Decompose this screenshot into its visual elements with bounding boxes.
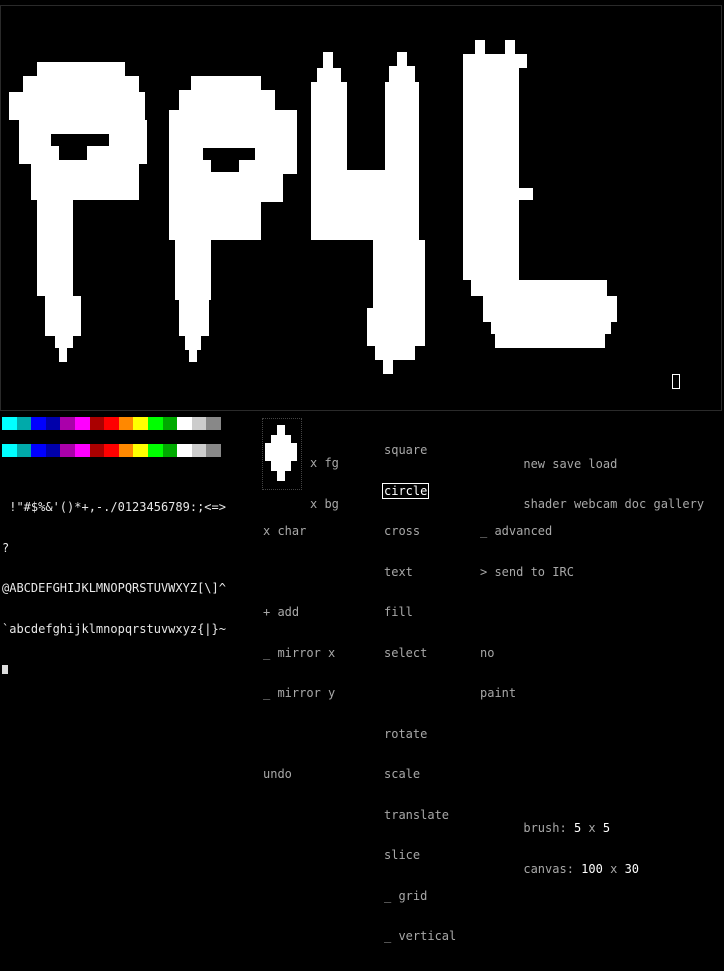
- char-row-5[interactable]: [2, 663, 226, 677]
- tool-select[interactable]: select: [384, 646, 456, 661]
- fg-swatch-11[interactable]: [162, 417, 178, 430]
- char-row-3[interactable]: @ABCDEFGHIJKLMNOPQRSTUVWXYZ[\]^: [2, 581, 226, 596]
- mirror-y-toggle[interactable]: _ mirror y: [263, 686, 335, 701]
- new-button[interactable]: new: [523, 457, 545, 471]
- bg-swatch-11[interactable]: [162, 444, 178, 457]
- tool-circle[interactable]: circle: [382, 482, 430, 499]
- brush-times: x: [588, 821, 596, 835]
- brush-height-value[interactable]: 5: [603, 821, 610, 835]
- tool-square[interactable]: square: [384, 443, 456, 458]
- bg-swatch-9[interactable]: [133, 444, 148, 457]
- load-button[interactable]: load: [588, 457, 617, 471]
- bg-palette[interactable]: [2, 444, 221, 457]
- save-button[interactable]: save: [552, 457, 581, 471]
- fg-swatch-1[interactable]: [16, 417, 32, 430]
- advanced-toggle[interactable]: _ advanced: [480, 524, 704, 539]
- canvas-art-pixels: [9, 40, 617, 374]
- fg-swatch-2[interactable]: [31, 417, 46, 430]
- char-toggle[interactable]: x char: [263, 524, 335, 539]
- fg-swatch-4[interactable]: [60, 417, 75, 430]
- tool-slice[interactable]: slice: [384, 848, 456, 863]
- add-brush-button[interactable]: + add: [263, 605, 335, 620]
- bg-swatch-4[interactable]: [60, 444, 75, 457]
- fg-swatch-10[interactable]: [147, 417, 163, 430]
- undo-button[interactable]: undo: [263, 767, 335, 782]
- brush-size-label: brush:: [523, 821, 567, 835]
- toolbar-panel: !"#$%&'()*+,-./0123456789:;<=> ? @ABCDEF…: [0, 416, 724, 943]
- brush-options: x char + add _ mirror x _ mirror y undo: [263, 498, 335, 809]
- fg-swatch-3[interactable]: [45, 417, 61, 430]
- tool-text[interactable]: text: [384, 565, 456, 580]
- fg-swatch-13[interactable]: [191, 417, 207, 430]
- brush-shape-icon: [265, 425, 297, 481]
- grid-toggle[interactable]: _ grid: [384, 889, 456, 904]
- bg-swatch-0[interactable]: [2, 444, 17, 457]
- mirror-x-toggle[interactable]: _ mirror x: [263, 646, 335, 661]
- tool-cross[interactable]: cross: [384, 524, 456, 539]
- tool-rotate[interactable]: rotate: [384, 727, 456, 742]
- char-palette[interactable]: !"#$%&'()*+,-./0123456789:;<=> ? @ABCDEF…: [2, 474, 226, 704]
- gallery-button[interactable]: gallery: [653, 497, 704, 511]
- bg-swatch-7[interactable]: [104, 444, 119, 457]
- canvas-height-value[interactable]: 30: [625, 862, 639, 876]
- brush-preview[interactable]: [262, 418, 302, 490]
- block-char-icon[interactable]: [2, 665, 8, 674]
- bg-swatch-6[interactable]: [89, 444, 105, 457]
- char-row-2[interactable]: ?: [2, 541, 226, 556]
- drawing-canvas[interactable]: [0, 5, 722, 411]
- canvas-size-status: canvas: 100 x 30: [480, 849, 704, 876]
- tool-scale[interactable]: scale: [384, 767, 456, 782]
- tool-fill[interactable]: fill: [384, 605, 456, 620]
- bg-swatch-14[interactable]: [206, 444, 221, 457]
- fg-swatch-7[interactable]: [104, 417, 119, 430]
- tool-translate[interactable]: translate: [384, 808, 456, 823]
- tools-list: square circle cross text fill select rot…: [382, 417, 456, 971]
- canvas-artwork: [9, 40, 617, 374]
- doc-button[interactable]: doc: [625, 497, 647, 511]
- text-cursor: [672, 374, 680, 389]
- bg-swatch-10[interactable]: [147, 444, 163, 457]
- menu-list: new save load shader webcam doc gallery …: [480, 417, 704, 890]
- fg-swatch-5[interactable]: [74, 417, 90, 430]
- brush-size-status: brush: 5 x 5: [480, 809, 704, 835]
- canvas-times: x: [610, 861, 618, 876]
- char-row-4[interactable]: `abcdefghijklmnopqrstuvwxyz{|}~: [2, 622, 226, 637]
- bg-swatch-3[interactable]: [45, 444, 61, 457]
- fg-swatch-14[interactable]: [206, 417, 221, 430]
- bg-swatch-5[interactable]: [74, 444, 90, 457]
- bg-swatch-13[interactable]: [191, 444, 207, 457]
- fg-swatch-6[interactable]: [89, 417, 105, 430]
- shader-button[interactable]: shader: [523, 497, 566, 511]
- bg-swatch-2[interactable]: [31, 444, 46, 457]
- send-to-irc-button[interactable]: > send to IRC: [480, 565, 704, 580]
- swap-fg-toggle[interactable]: x fg: [310, 456, 339, 471]
- fg-swatch-12[interactable]: [177, 417, 192, 430]
- canvas-width-value[interactable]: 100: [581, 862, 603, 876]
- canvas-size-label: canvas:: [523, 861, 574, 876]
- bg-swatch-8[interactable]: [118, 444, 134, 457]
- brush-width-value[interactable]: 5: [574, 821, 581, 835]
- bg-swatch-12[interactable]: [177, 444, 192, 457]
- bg-swatch-1[interactable]: [16, 444, 32, 457]
- fg-palette[interactable]: [2, 417, 221, 430]
- char-row-1[interactable]: !"#$%&'()*+,-./0123456789:;<=>: [2, 500, 226, 515]
- paint-option[interactable]: paint: [480, 686, 704, 701]
- no-option[interactable]: no: [480, 646, 704, 661]
- webcam-button[interactable]: webcam: [574, 497, 617, 511]
- fg-swatch-8[interactable]: [118, 417, 134, 430]
- vertical-toggle[interactable]: _ vertical: [384, 929, 456, 944]
- fg-swatch-0[interactable]: [2, 417, 17, 430]
- fg-swatch-9[interactable]: [133, 417, 148, 430]
